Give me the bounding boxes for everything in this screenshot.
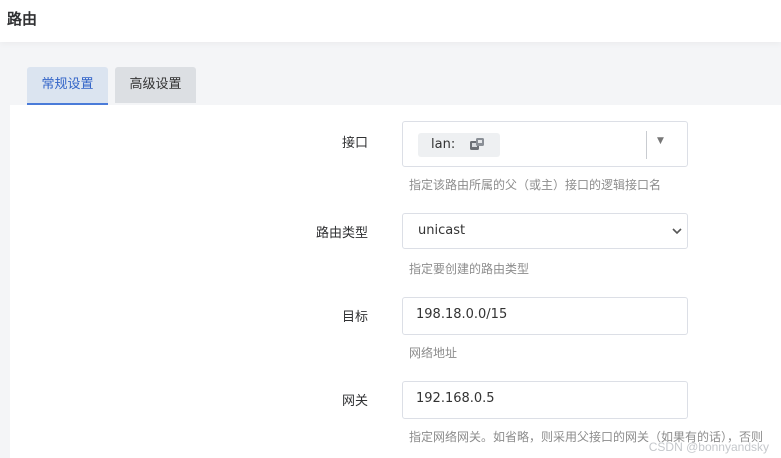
gateway-value: 192.168.0.5 [416, 391, 495, 406]
page-header: 路由 [0, 0, 781, 42]
target-value: 198.18.0.0/15 [416, 307, 508, 322]
route-type-help: 指定要创建的路由类型 [409, 262, 530, 276]
interface-help: 指定该路由所属的父（或主）接口的逻辑接口名 [409, 178, 662, 192]
interface-chip[interactable]: lan: [418, 133, 500, 157]
route-type-value: unicast [418, 223, 466, 238]
dropdown-divider [646, 131, 647, 159]
target-label: 目标 [341, 310, 368, 325]
tab-general-settings[interactable]: 常规设置 [27, 67, 108, 106]
chevron-down-icon [672, 228, 682, 235]
interface-dropdown[interactable]: lan: ▼ [402, 121, 688, 167]
target-help: 网络地址 [409, 346, 458, 360]
gateway-label: 网关 [341, 394, 368, 409]
gateway-input[interactable]: 192.168.0.5 [402, 381, 688, 419]
target-input[interactable]: 198.18.0.0/15 [402, 297, 688, 335]
route-type-select[interactable]: unicast [402, 213, 688, 249]
interface-label: 接口 [341, 136, 368, 151]
route-type-label: 路由类型 [315, 226, 368, 241]
dropdown-arrow-icon[interactable]: ▼ [657, 136, 664, 146]
page-title: 路由 [7, 10, 38, 28]
settings-panel: 接口 lan: ▼ 指定该路由所属的父（或主）接口的逻辑接口名 路由类型 uni… [10, 105, 781, 458]
network-port-icon [470, 138, 484, 150]
interface-chip-text: lan: [431, 137, 456, 152]
watermark: CSDN @bonnyandsky [648, 440, 769, 454]
tab-advanced-settings[interactable]: 高级设置 [115, 67, 196, 103]
